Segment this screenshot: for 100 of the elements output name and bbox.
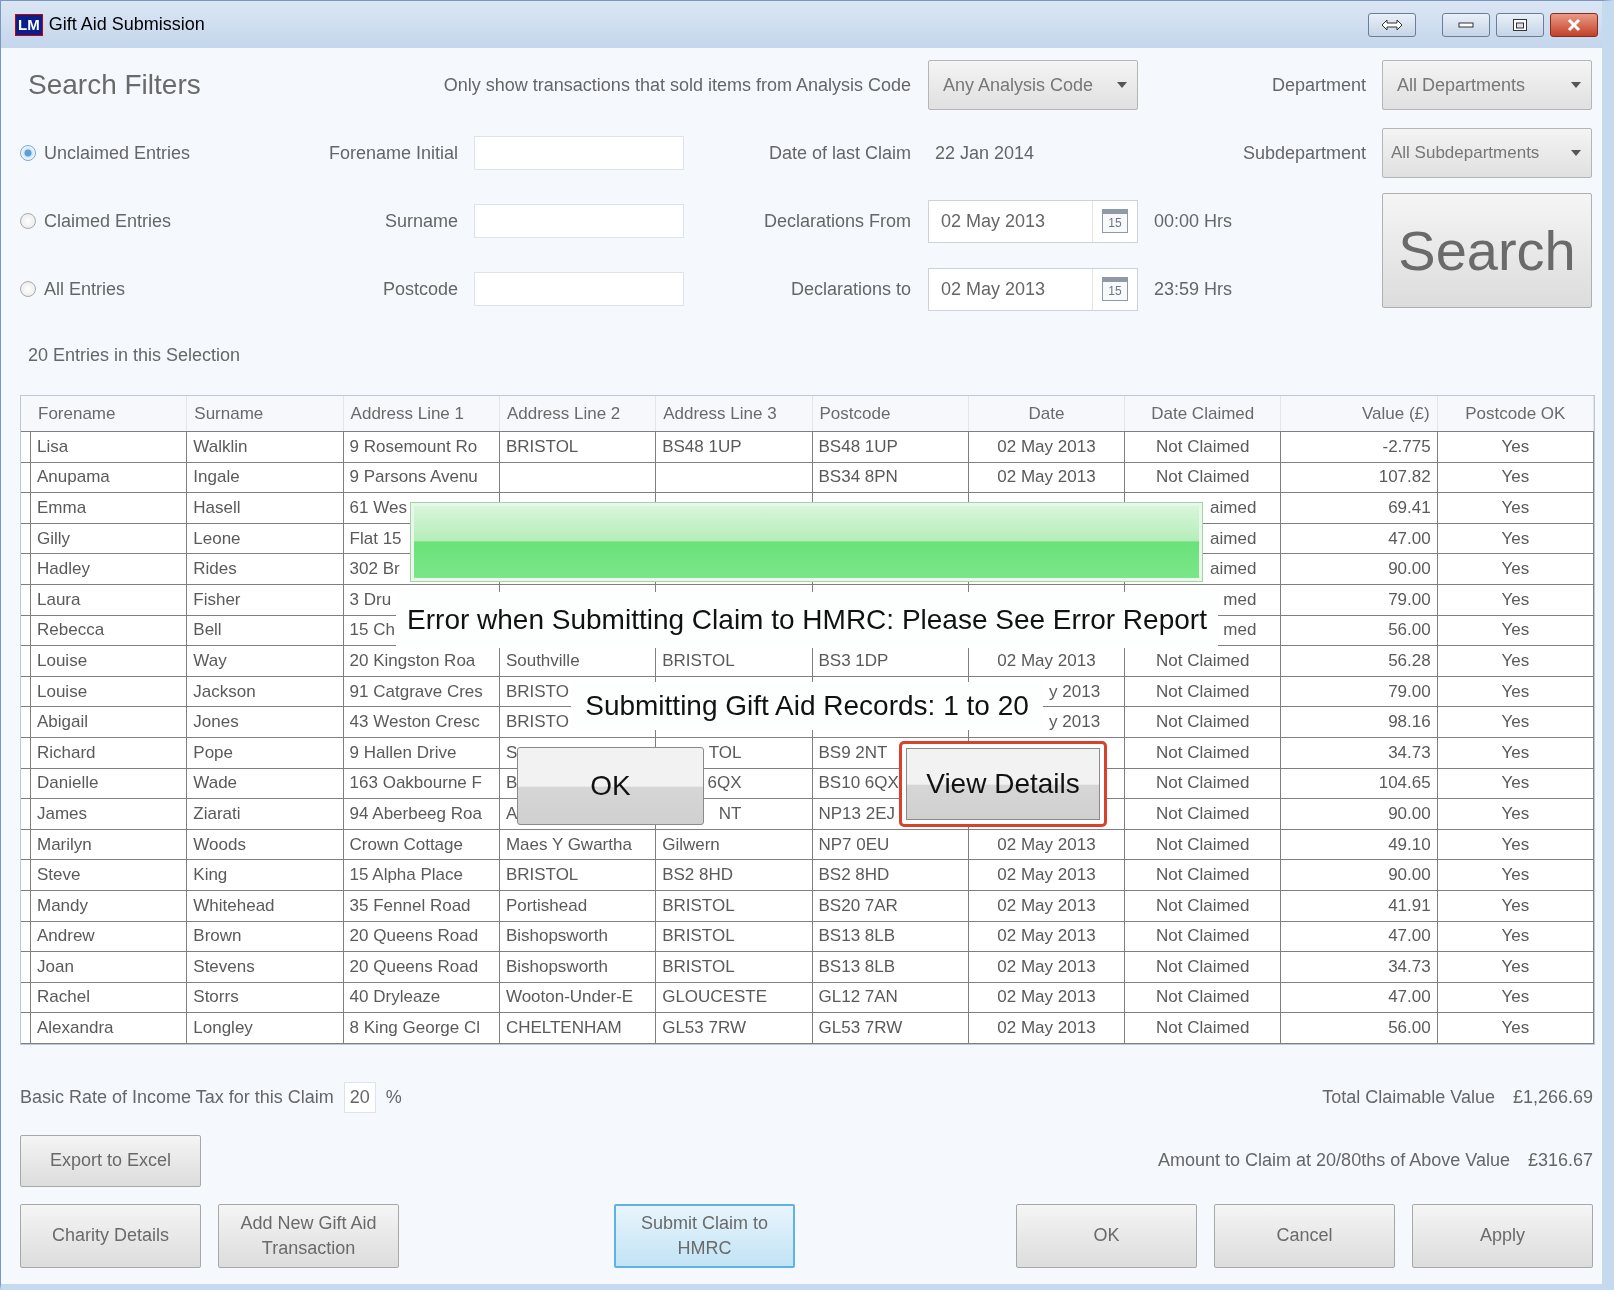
radio-button[interactable]	[20, 145, 36, 161]
field-label: Only show transactions that sold items from Analysis Code	[443, 74, 911, 96]
amount-value: £316.67	[1527, 1150, 1593, 1172]
table-cell: Not Claimed	[1125, 432, 1282, 462]
analysis-code-dropdown[interactable]: Any Analysis Code	[928, 60, 1138, 110]
column-header[interactable]: Postcode OK	[1437, 396, 1594, 431]
table-cell: Crown Cottage	[343, 829, 500, 860]
table-cell: Hadley	[31, 554, 188, 584]
column-header[interactable]: Surname	[187, 396, 344, 431]
dialog-button[interactable]: OK	[517, 747, 704, 825]
radio-option[interactable]: Unclaimed Entries	[20, 142, 300, 164]
table-cell: 49.10	[1281, 829, 1438, 860]
column-header[interactable]: Address Line 2	[499, 396, 657, 431]
resize-button[interactable]	[1368, 12, 1416, 37]
window-title: Gift Aid Submission	[48, 14, 205, 35]
table-cell: 02 May 2013	[968, 829, 1126, 860]
close-button[interactable]	[1550, 12, 1598, 37]
table-cell: Leone	[187, 523, 344, 554]
table-cell: Joan	[31, 952, 188, 982]
export-button[interactable]: Export to Excel	[20, 1134, 201, 1187]
table-cell: Not Claimed	[1125, 799, 1282, 829]
table-cell: Rides	[187, 554, 344, 584]
table-cell: 02 May 2013	[968, 921, 1126, 952]
table-cell: Yes	[1437, 890, 1594, 921]
tax-rate-field[interactable]: 20	[343, 1082, 376, 1114]
table-cell: BS2 8HD	[656, 860, 813, 890]
table-cell: 79.00	[1281, 584, 1438, 615]
action-button[interactable]: Apply	[1412, 1203, 1593, 1268]
radio-option[interactable]: Claimed Entries	[20, 210, 300, 232]
table-cell: Ingale	[187, 462, 344, 493]
search-button[interactable]: Search	[1382, 193, 1592, 308]
radio-button[interactable]	[20, 281, 36, 297]
table-cell: 90.00	[1281, 554, 1438, 584]
date-field[interactable]: 02 May 2013 15	[928, 267, 1138, 311]
table-cell: Yes	[1437, 432, 1594, 462]
radio-option[interactable]: All Entries	[20, 278, 300, 300]
table-cell: Jones	[187, 707, 344, 737]
date-field[interactable]: 02 May 2013 15	[928, 199, 1138, 243]
table-cell: King	[187, 860, 344, 890]
action-button[interactable]: Cancel	[1214, 1203, 1395, 1268]
table-cell: GL53 7RW	[812, 1013, 969, 1043]
table-cell: 34.73	[1281, 737, 1438, 768]
table-cell: BRISTOL	[656, 952, 813, 982]
subdepartment-dropdown[interactable]: All Subdepartments	[1382, 128, 1592, 178]
radio-label: All Entries	[44, 278, 126, 300]
action-button[interactable]: Add New Gift Aid Transaction	[218, 1203, 399, 1268]
input-field[interactable]	[474, 136, 684, 170]
table-cell: Stevens	[187, 952, 344, 982]
table-cell: GLOUCESTE	[656, 982, 813, 1013]
field-label: Postcode	[382, 278, 458, 300]
table-cell: Yes	[1437, 737, 1594, 768]
table-cell: BS2 8HD	[812, 860, 969, 890]
field-label: Date of last Claim	[768, 142, 911, 164]
status-message: Submitting Gift Aid Records: 1 to 20	[571, 682, 1043, 730]
table-cell: Marilyn	[31, 829, 188, 860]
action-button[interactable]: OK	[1016, 1203, 1197, 1268]
dialog-button[interactable]: View Details	[899, 741, 1107, 827]
column-header[interactable]: Date	[968, 396, 1126, 431]
table-cell: 02 May 2013	[968, 1013, 1126, 1043]
radio-label: Unclaimed Entries	[44, 142, 191, 164]
radio-button[interactable]	[20, 213, 36, 229]
table-cell: Storrs	[187, 982, 344, 1013]
app-logo: LM	[15, 13, 43, 36]
field-label: Subdepartment	[1242, 142, 1366, 164]
column-header[interactable]: Address Line 1	[343, 396, 500, 431]
unit-label: %	[385, 1087, 402, 1109]
table-cell: Gilwern	[656, 829, 813, 860]
table-cell: Wooton-Under-E	[499, 982, 657, 1013]
table-cell: Not Claimed	[1125, 1013, 1282, 1043]
table-cell: BRISTOL	[499, 432, 657, 462]
table-cell: 56.00	[1281, 1013, 1438, 1043]
column-header[interactable]: Address Line 3	[656, 396, 813, 431]
action-button[interactable]: Charity Details	[20, 1203, 201, 1268]
table-cell: 90.00	[1281, 860, 1438, 890]
table-cell: 107.82	[1281, 462, 1438, 493]
table-cell: BS48 1UP	[812, 432, 969, 462]
column-header[interactable]: Postcode	[812, 396, 969, 431]
table-cell: 9 Hallen Drive	[343, 737, 500, 768]
action-button[interactable]: Submit Claim to HMRC	[614, 1203, 795, 1268]
amount-label: Amount to Claim at 20/80ths of Above Value	[1158, 1150, 1510, 1172]
table-cell: Andrew	[31, 921, 188, 952]
minimize-button[interactable]	[1442, 12, 1490, 37]
error-message: Error when Submitting Claim to HMRC: Please See Error Report	[396, 592, 1218, 648]
column-header[interactable]: Forename	[31, 396, 188, 431]
table-cell: 56.28	[1281, 646, 1438, 676]
table-cell: Yes	[1437, 768, 1594, 799]
table-cell: Lisa	[31, 432, 188, 462]
table-cell: 91 Catgrave Cres	[343, 676, 500, 707]
table-cell: Longley	[187, 1013, 344, 1043]
input-field[interactable]	[474, 272, 684, 306]
input-field[interactable]	[474, 204, 684, 238]
table-cell: Danielle	[31, 768, 188, 799]
table-cell: Yes	[1437, 1013, 1594, 1043]
table-cell: Not Claimed	[1125, 829, 1282, 860]
minimize-icon	[1458, 20, 1474, 29]
field-label: Declarations From	[763, 210, 911, 232]
department-dropdown[interactable]: All Departments	[1382, 60, 1592, 110]
maximize-button[interactable]	[1496, 12, 1544, 37]
column-header[interactable]: Date Claimed	[1125, 396, 1282, 431]
column-header[interactable]: Value (£)	[1281, 396, 1438, 431]
